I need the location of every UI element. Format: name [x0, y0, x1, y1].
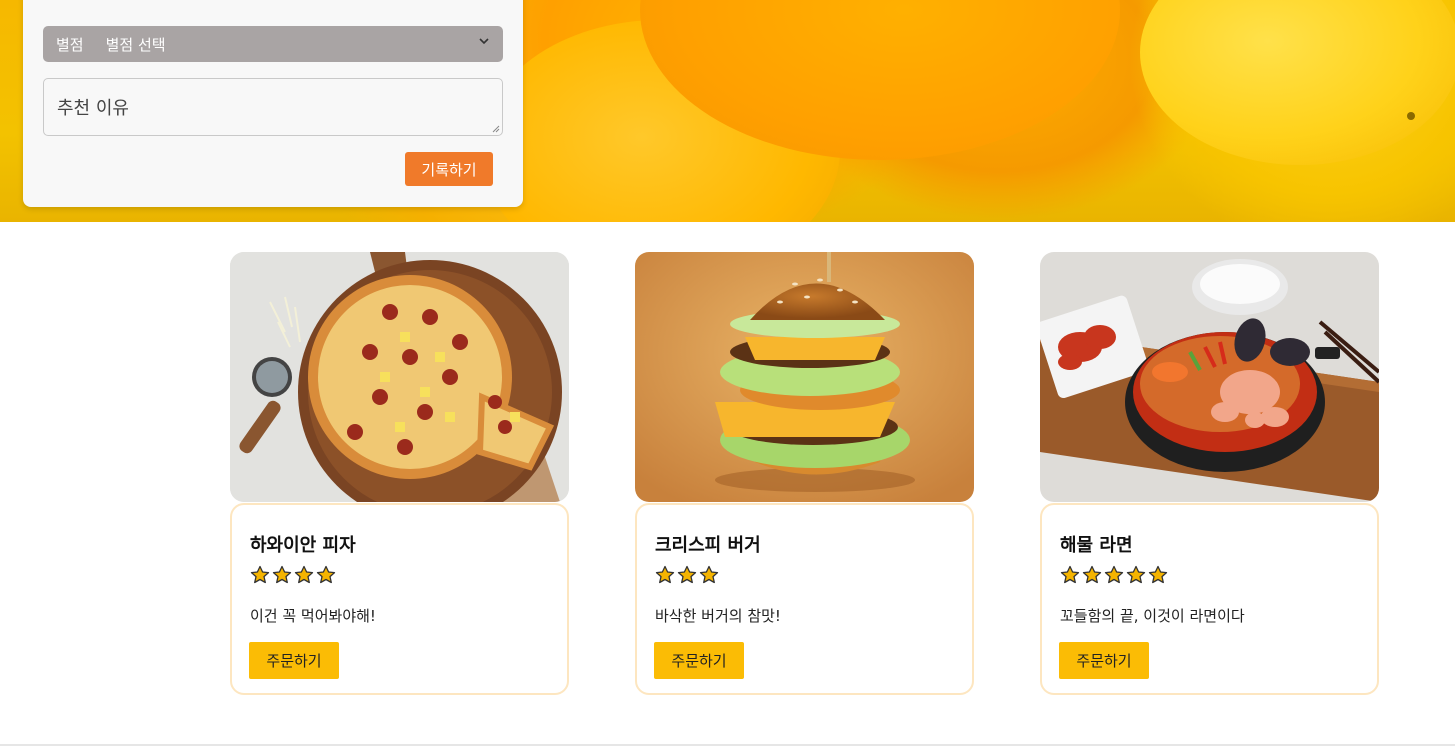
- resize-handle-icon[interactable]: [492, 125, 500, 133]
- star-icon: [294, 565, 314, 584]
- reason-placeholder: 추천 이유: [57, 98, 129, 119]
- menu-card-body: 하와이안 피자 이건 꼭 먹어봐야해! 주문하기: [230, 503, 569, 695]
- star-icon: [1060, 565, 1080, 584]
- rating-value: 별점 선택: [105, 35, 166, 54]
- star-icon: [655, 565, 675, 584]
- menu-name: 해물 라면: [1060, 535, 1133, 556]
- star-icon: [316, 565, 336, 584]
- star-icon: [250, 565, 270, 584]
- order-button[interactable]: 주문하기: [654, 642, 744, 679]
- menu-card: 크리스피 버거 바삭한 버거의 참맛! 주문하기: [635, 252, 974, 695]
- burger-illustration: [635, 252, 974, 502]
- review-form: 별점 별점 선택 추천 이유 기록하기: [23, 0, 523, 207]
- star-icon: [1126, 565, 1146, 584]
- menu-card-body: 크리스피 버거 바삭한 버거의 참맛! 주문하기: [635, 503, 974, 695]
- pizza-illustration: [230, 252, 569, 502]
- lemon-tip: [1407, 112, 1415, 120]
- rating-label: 별점: [56, 35, 84, 54]
- star-icon: [1148, 565, 1168, 584]
- burger-image: [635, 252, 974, 502]
- menu-card: 해물 라면 꼬들함의 끝, 이것이 라면이다 주문하기: [1040, 252, 1379, 695]
- menu-description: 꼬들함의 끝, 이것이 라면이다: [1060, 607, 1245, 625]
- star-icon: [272, 565, 292, 584]
- pizza-image: [230, 252, 569, 502]
- order-button[interactable]: 주문하기: [249, 642, 339, 679]
- menu-description: 이건 꼭 먹어봐야해!: [250, 607, 376, 625]
- chevron-down-icon: [479, 38, 489, 45]
- lemon-highlight: [1140, 0, 1455, 165]
- rating-stars: [655, 565, 719, 585]
- menu-card: 하와이안 피자 이건 꼭 먹어봐야해! 주문하기: [230, 252, 569, 695]
- menu-name: 하와이안 피자: [250, 535, 356, 556]
- rating-select[interactable]: 별점 별점 선택: [43, 26, 503, 62]
- record-button[interactable]: 기록하기: [405, 152, 493, 186]
- star-icon: [1104, 565, 1124, 584]
- star-icon: [1082, 565, 1102, 584]
- ramen-image: [1040, 252, 1379, 502]
- star-icon: [677, 565, 697, 584]
- ramen-illustration: [1040, 252, 1379, 502]
- menu-name: 크리스피 버거: [655, 535, 761, 556]
- menu-description: 바삭한 버거의 참맛!: [655, 607, 781, 625]
- reason-textarea[interactable]: 추천 이유: [43, 78, 503, 136]
- order-button[interactable]: 주문하기: [1059, 642, 1149, 679]
- rating-stars: [1060, 565, 1168, 585]
- menu-card-body: 해물 라면 꼬들함의 끝, 이것이 라면이다 주문하기: [1040, 503, 1379, 695]
- rating-stars: [250, 565, 336, 585]
- star-icon: [699, 565, 719, 584]
